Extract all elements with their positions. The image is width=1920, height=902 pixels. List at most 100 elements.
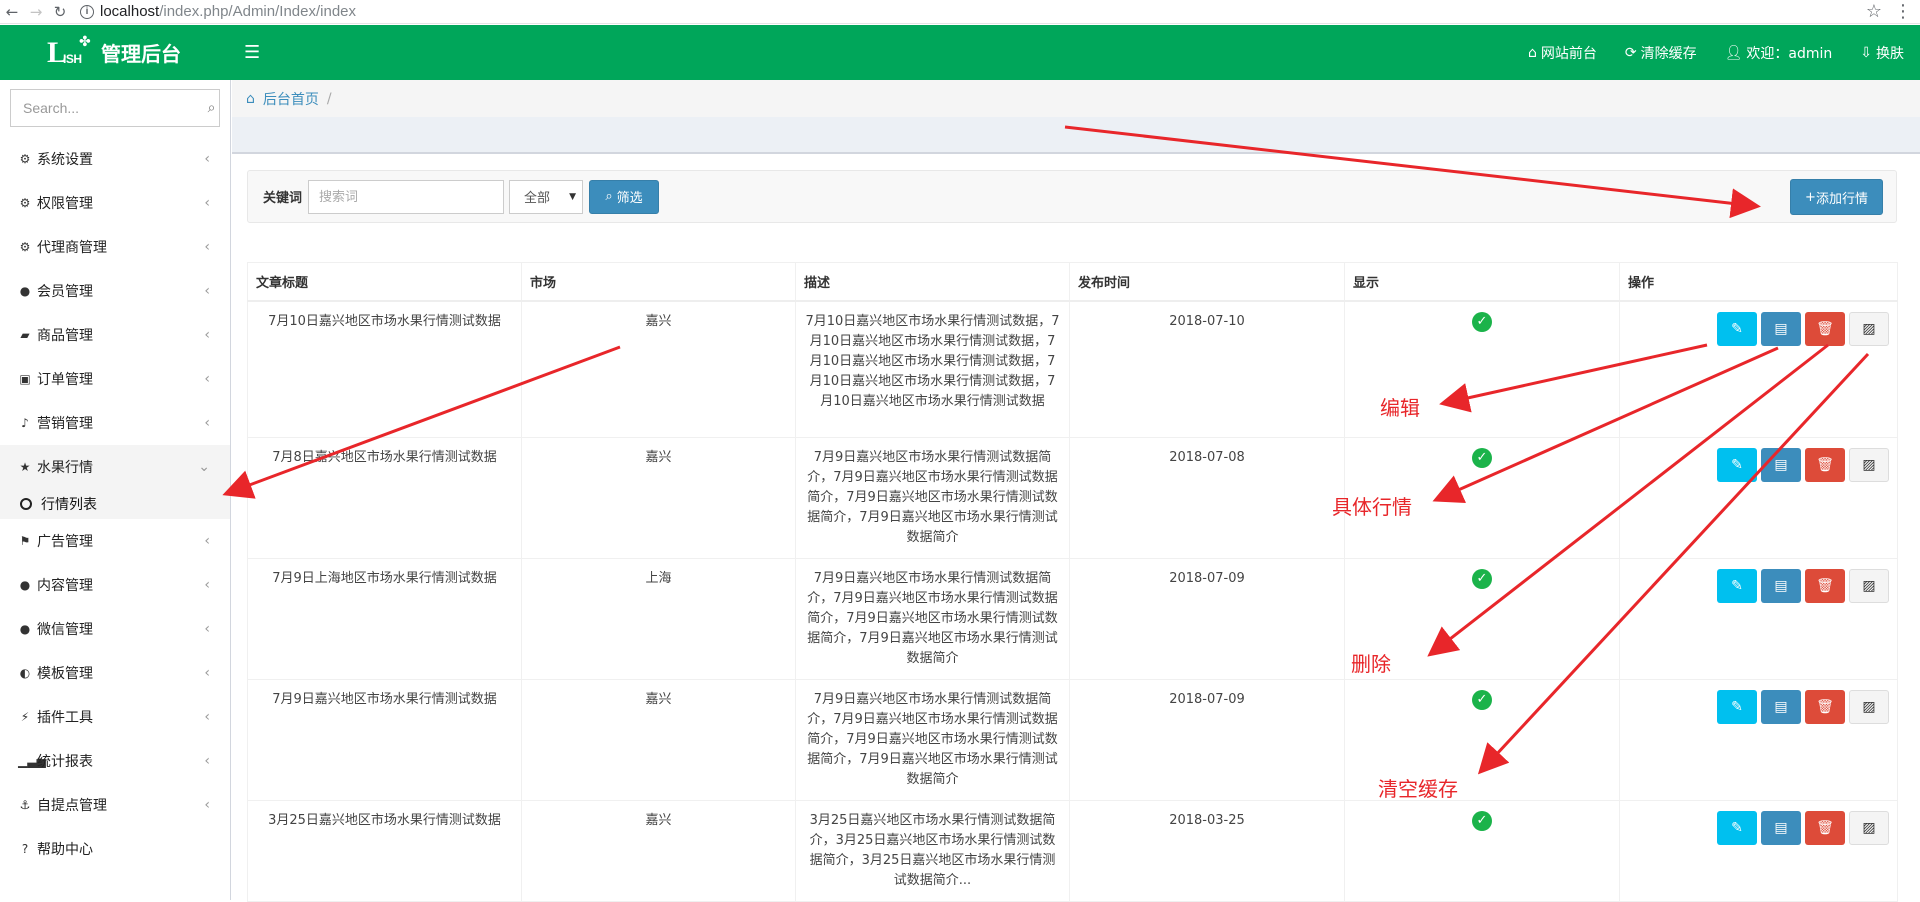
- check-circle-icon[interactable]: ✓: [1472, 811, 1492, 831]
- image-icon: ▨: [1862, 457, 1876, 473]
- chevron-left-icon: ‹: [204, 327, 210, 343]
- filter-bar: 关键词 全部 ▼ ⌕ 筛选 +添加行情: [247, 170, 1897, 223]
- reload-icon[interactable]: ↻: [48, 3, 72, 21]
- sidebar-subitem-market-list[interactable]: 行情列表: [0, 489, 230, 519]
- delete-button[interactable]: 🗑︎: [1805, 811, 1845, 845]
- back-arrow-icon[interactable]: ←: [0, 3, 24, 21]
- sidebar-search: ⌕: [10, 89, 220, 127]
- sidebar-item-wechat[interactable]: ● 微信管理 ‹: [0, 607, 230, 651]
- sidebar-item-fruit-market[interactable]: ★ 水果行情 ⌄: [0, 445, 230, 489]
- sidebar-item-orders[interactable]: ▣ 订单管理 ‹: [0, 357, 230, 401]
- add-market-button[interactable]: + 添加行情: [1790, 179, 1883, 215]
- clear-cache-button[interactable]: ▨: [1849, 569, 1889, 603]
- keyword-input[interactable]: [308, 179, 505, 214]
- bookmark-star-icon[interactable]: ☆: [1866, 1, 1882, 22]
- pencil-icon: ✎: [1731, 820, 1743, 836]
- cell-actions: ✎ ▤ 🗑︎ ▨: [1619, 679, 1898, 801]
- forward-arrow-icon[interactable]: →: [24, 3, 48, 21]
- clear-cache-button[interactable]: ▨: [1849, 690, 1889, 724]
- list-icon: ▤: [1774, 820, 1788, 836]
- delete-button[interactable]: 🗑︎: [1805, 690, 1845, 724]
- browser-toolbar: ← → ↻ i localhost/index.php/Admin/Index/…: [0, 0, 1920, 24]
- sidebar-item-marketing[interactable]: ♪ 营销管理 ‹: [0, 401, 230, 445]
- chevron-left-icon: ‹: [204, 195, 210, 211]
- top-header: L ISH ✤ 管理后台 ☰ ⌂ 网站前台 ⟳ 清除缓存 👤︎ 欢迎：admin…: [0, 25, 1920, 80]
- url-host: localhost: [100, 3, 160, 20]
- comments-icon: ●: [19, 578, 31, 592]
- sidebar-item-help[interactable]: ? 帮助中心: [0, 827, 230, 871]
- detail-button[interactable]: ▤: [1761, 311, 1801, 346]
- detail-button[interactable]: ▤: [1761, 448, 1801, 482]
- detail-button[interactable]: ▤: [1761, 569, 1801, 603]
- trash-icon: 🗑︎: [1816, 699, 1834, 715]
- leaf-icon: ✤: [79, 33, 91, 50]
- clear-cache-button[interactable]: ▨: [1849, 448, 1889, 482]
- sidebar-item-templates[interactable]: ◐ 模板管理 ‹: [0, 651, 230, 695]
- cell-title: 7月9日嘉兴地区市场水果行情测试数据: [247, 679, 522, 801]
- sidebar-item-system-settings[interactable]: ⚙ 系统设置 ‹: [0, 137, 230, 181]
- pencil-icon: ✎: [1731, 699, 1743, 715]
- plug-icon: ⚡: [20, 710, 30, 724]
- check-circle-icon[interactable]: ✓: [1472, 569, 1492, 589]
- annotation-label-delete: 删除: [1351, 652, 1391, 676]
- col-header-market: 市场: [521, 262, 796, 302]
- sidebar-item-products[interactable]: ▰ 商品管理 ‹: [0, 313, 230, 357]
- address-bar[interactable]: i localhost/index.php/Admin/Index/index: [80, 1, 1860, 23]
- chevron-left-icon: ‹: [204, 371, 210, 387]
- pencil-icon: ✎: [1731, 320, 1743, 337]
- brand-title: 管理后台: [101, 42, 181, 66]
- sidebar: ⌕ ⚙ 系统设置 ‹ ⚙ 权限管理 ‹ ⚙ 代理商管理 ‹ ● 会员管理 ‹ ▰…: [0, 80, 231, 900]
- delete-button[interactable]: 🗑︎: [1805, 311, 1845, 346]
- skin-icon: ⇩: [1860, 44, 1872, 61]
- filter-button[interactable]: ⌕ 筛选: [589, 179, 660, 214]
- nav-clear-cache[interactable]: ⟳ 清除缓存: [1625, 43, 1697, 63]
- cell-date: 2018-07-09: [1069, 679, 1345, 801]
- sidebar-item-members[interactable]: ● 会员管理 ‹: [0, 269, 230, 313]
- edit-button[interactable]: ✎: [1717, 690, 1757, 724]
- money-icon: ▣: [19, 372, 31, 386]
- sidebar-item-reports[interactable]: ▁▃▅ 统计报表 ‹: [0, 739, 230, 783]
- refresh-icon: ⟳: [1624, 44, 1637, 61]
- cell-actions: ✎ ▤ 🗑︎ ▨: [1619, 558, 1898, 680]
- nav-user[interactable]: 👤︎ 欢迎：admin: [1725, 43, 1833, 63]
- delete-button[interactable]: 🗑︎: [1805, 569, 1845, 603]
- check-circle-icon[interactable]: ✓: [1472, 311, 1492, 332]
- search-icon[interactable]: ⌕: [204, 100, 219, 116]
- detail-button[interactable]: ▤: [1761, 811, 1801, 845]
- sidebar-toggle-icon[interactable]: ☰: [244, 42, 260, 63]
- clear-cache-button[interactable]: ▨: [1849, 311, 1889, 346]
- image-icon: ▨: [1862, 699, 1876, 715]
- nav-site-front[interactable]: ⌂ 网站前台: [1528, 43, 1597, 63]
- gears-icon: ⚙: [19, 196, 31, 210]
- delete-button[interactable]: 🗑︎: [1805, 448, 1845, 482]
- annotation-label-clear-cache: 清空缓存: [1378, 777, 1458, 801]
- cell-title: 7月8日嘉兴地区市场水果行情测试数据: [247, 437, 522, 559]
- chevron-left-icon: ‹: [204, 577, 210, 593]
- sidebar-item-ads[interactable]: ⚑ 广告管理 ‹: [0, 519, 230, 563]
- nav-skin[interactable]: ⇩ 换肤: [1860, 43, 1904, 63]
- clear-cache-button[interactable]: ▨: [1849, 811, 1889, 845]
- cell-market: 嘉兴: [521, 800, 796, 902]
- anchor-icon: ⚓: [19, 798, 31, 812]
- edit-button[interactable]: ✎: [1717, 448, 1757, 482]
- edit-button[interactable]: ✎: [1717, 811, 1757, 845]
- check-circle-icon[interactable]: ✓: [1472, 448, 1492, 468]
- edit-button[interactable]: ✎: [1717, 569, 1757, 603]
- breadcrumb-home-link[interactable]: 后台首页: [263, 89, 319, 109]
- browser-menu-icon[interactable]: ⋮: [1894, 1, 1912, 22]
- brand[interactable]: L ISH ✤ 管理后台: [0, 33, 232, 70]
- detail-button[interactable]: ▤: [1761, 690, 1801, 724]
- sidebar-item-plugins[interactable]: ⚡ 插件工具 ‹: [0, 695, 230, 739]
- chevron-left-icon: ‹: [204, 415, 210, 431]
- info-icon[interactable]: i: [80, 4, 94, 19]
- table-row: 3月25日嘉兴地区市场水果行情测试数据 嘉兴 3月25日嘉兴地区市场水果行情测试…: [247, 800, 1898, 902]
- check-circle-icon[interactable]: ✓: [1472, 690, 1492, 710]
- sidebar-item-pickup-points[interactable]: ⚓ 自提点管理 ‹: [0, 783, 230, 827]
- search-input[interactable]: [11, 100, 204, 116]
- market-select[interactable]: 全部 ▼: [509, 179, 584, 214]
- image-icon: ▨: [1862, 578, 1876, 594]
- sidebar-item-permissions[interactable]: ⚙ 权限管理 ‹: [0, 181, 230, 225]
- edit-button[interactable]: ✎: [1717, 311, 1757, 346]
- sidebar-item-content[interactable]: ● 内容管理 ‹: [0, 563, 230, 607]
- sidebar-item-agents[interactable]: ⚙ 代理商管理 ‹: [0, 225, 230, 269]
